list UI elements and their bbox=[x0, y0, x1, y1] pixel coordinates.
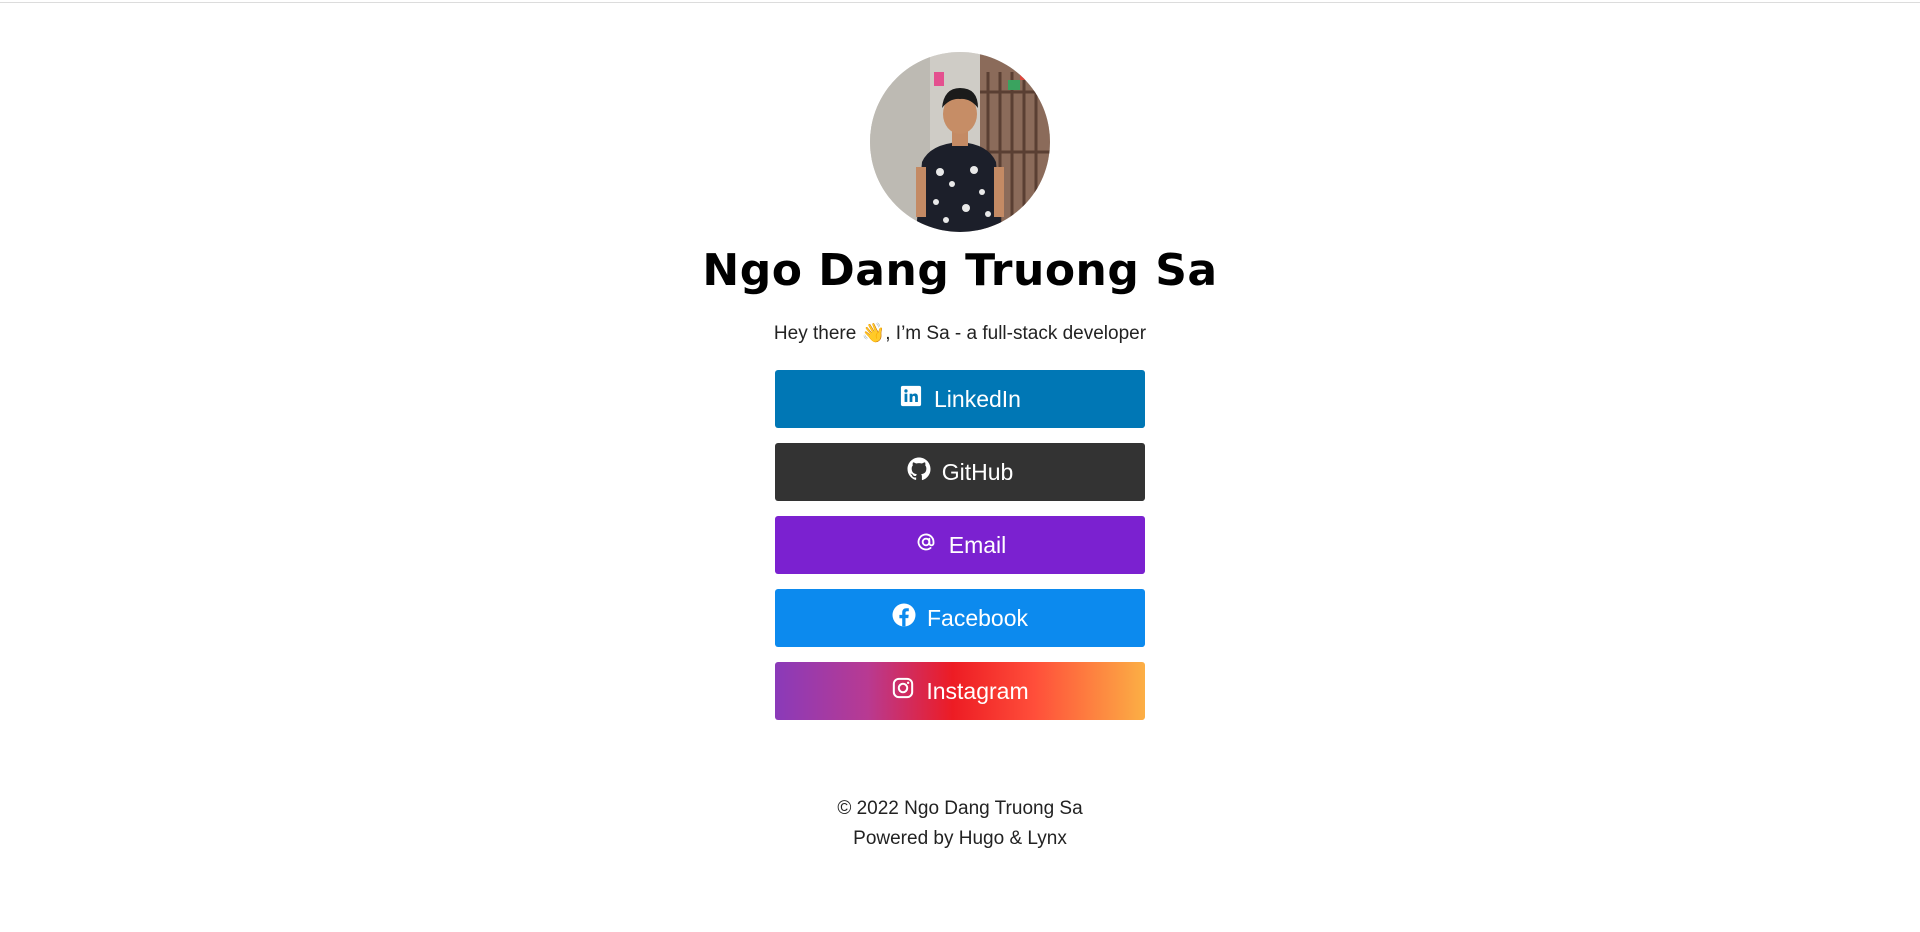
instagram-button[interactable]: Instagram bbox=[775, 662, 1145, 720]
profile-page: Ngo Dang Truong Sa Hey there 👋, I’m Sa -… bbox=[0, 0, 1920, 854]
avatar-photo bbox=[870, 52, 1050, 232]
facebook-label: Facebook bbox=[926, 604, 1028, 631]
profile-tagline: Hey there 👋, I’m Sa - a full-stack devel… bbox=[773, 323, 1147, 344]
at-icon bbox=[914, 530, 938, 554]
github-button[interactable]: GitHub bbox=[775, 443, 1145, 501]
linkedin-label: LinkedIn bbox=[934, 385, 1021, 412]
github-label: GitHub bbox=[941, 458, 1014, 485]
facebook-button[interactable]: Facebook bbox=[775, 589, 1145, 647]
github-icon bbox=[907, 457, 931, 481]
email-label: Email bbox=[948, 531, 1007, 558]
profile-name: Ngo Dang Truong Sa bbox=[702, 245, 1218, 296]
footer-powered-by: Powered by Hugo & Lynx bbox=[853, 828, 1067, 849]
footer-copyright: © 2022 Ngo Dang Truong Sa bbox=[837, 798, 1083, 819]
linkedin-icon bbox=[899, 384, 923, 408]
link-list: LinkedIn GitHub Email Facebook Instagram bbox=[775, 370, 1145, 735]
instagram-icon bbox=[891, 676, 915, 700]
linkedin-button[interactable]: LinkedIn bbox=[775, 370, 1145, 428]
facebook-icon bbox=[892, 603, 916, 627]
instagram-label: Instagram bbox=[926, 677, 1029, 704]
avatar bbox=[870, 52, 1050, 232]
email-button[interactable]: Email bbox=[775, 516, 1145, 574]
footer: © 2022 Ngo Dang Truong Sa Powered by Hug… bbox=[837, 794, 1082, 854]
